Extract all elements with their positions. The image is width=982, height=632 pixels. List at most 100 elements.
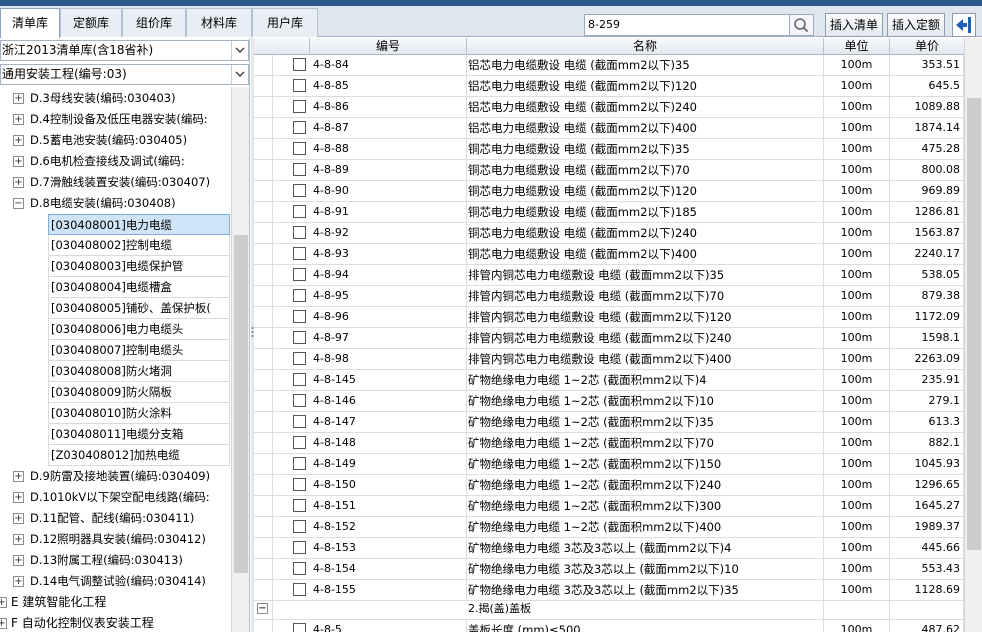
expand-icon[interactable]: + [0,618,7,629]
row-checkbox[interactable] [293,457,306,470]
row-checkbox[interactable] [293,520,306,533]
tree-leaf[interactable]: [030408010]防火涂料 [48,403,230,424]
tree-leaf[interactable]: [Z030408012]加热电缆 [48,445,230,466]
table-row[interactable]: 4-8-145 矿物绝缘电力电缆 1~2芯 (截面积mm2以下)4 100m 235.… [254,370,964,391]
row-checkbox[interactable] [293,541,306,554]
specialty-select[interactable]: 通用安装工程(编号:03) [0,64,249,85]
expand-icon[interactable]: + [13,534,24,545]
tab-quota-library[interactable]: 定额库 [60,8,122,37]
row-checkbox[interactable] [293,184,306,197]
row-checkbox[interactable] [293,100,306,113]
collapse-icon[interactable]: − [13,198,24,209]
tree-leaf[interactable]: [030408007]控制电缆头 [48,340,230,361]
row-checkbox[interactable] [293,205,306,218]
expand-icon[interactable]: + [13,93,24,104]
tree-leaf[interactable]: [030408003]电缆保护管 [48,256,230,277]
tree-leaf[interactable]: [030408011]电缆分支箱 [48,424,230,445]
table-row[interactable]: 4-8-85 铝芯电力电缆敷设 电缆 (截面mm2以下)120 100m 645.5 [254,76,964,97]
tab-pricing-library[interactable]: 组价库 [122,8,186,37]
row-checkbox[interactable] [293,478,306,491]
expand-icon[interactable]: + [13,177,24,188]
insert-quota-button[interactable]: 插入定额 [887,13,945,37]
collapse-panel-button[interactable] [952,13,976,37]
collapse-icon[interactable]: − [257,603,268,614]
row-checkbox[interactable] [293,163,306,176]
expand-icon[interactable]: + [0,597,7,608]
row-checkbox[interactable] [293,121,306,134]
tree-leaf-selected[interactable]: [030408001]电力电缆 [48,214,230,235]
table-row[interactable]: 4-8-92 铜芯电力电缆敷设 电缆 (截面mm2以下)240 100m 1563.8… [254,223,964,244]
expand-icon[interactable]: + [13,576,24,587]
row-checkbox[interactable] [293,623,306,632]
search-button[interactable] [789,14,814,36]
expand-icon[interactable]: + [13,513,24,524]
row-checkbox[interactable] [293,415,306,428]
row-checkbox[interactable] [293,268,306,281]
table-row[interactable]: 4-8-93 铜芯电力电缆敷设 电缆 (截面mm2以下)400 100m 2240.1… [254,244,964,265]
tree-leaf[interactable]: [030408004]电缆槽盒 [48,277,230,298]
row-checkbox[interactable] [293,226,306,239]
row-checkbox[interactable] [293,562,306,575]
header-unit[interactable]: 单位 [824,38,890,55]
table-row[interactable]: 4-8-155 矿物绝缘电力电缆 3芯及3芯以上 (截面mm2以下)35 100m 1… [254,580,964,601]
tree-leaf[interactable]: [030408008]防火堵洞 [48,361,230,382]
table-row[interactable]: 4-8-95 排管内铜芯电力电缆敷设 电缆 (截面mm2以下)70 100m 879.… [254,286,964,307]
expand-icon[interactable]: + [13,555,24,566]
row-checkbox[interactable] [293,583,306,596]
tree-scrollbar[interactable] [231,87,249,632]
table-row[interactable]: 4-8-153 矿物绝缘电力电缆 3芯及3芯以上 (截面mm2以下)4 100m 44… [254,538,964,559]
expand-icon[interactable]: + [13,471,24,482]
table-row[interactable]: 4-8-87 铝芯电力电缆敷设 电缆 (截面mm2以下)400 100m 1874.1… [254,118,964,139]
table-row[interactable]: 4-8-150 矿物绝缘电力电缆 1~2芯 (截面积mm2以下)240 100m 12… [254,475,964,496]
group-row[interactable]: − 2.揭(盖)盖板 [254,599,964,620]
insert-list-button[interactable]: 插入清单 [825,13,883,37]
tree-leaf[interactable]: [030408006]电力电缆头 [48,319,230,340]
table-row[interactable]: 4-8-91 铜芯电力电缆敷设 电缆 (截面mm2以下)185 100m 1286.8… [254,202,964,223]
row-checkbox[interactable] [293,142,306,155]
row-checkbox[interactable] [293,373,306,386]
table-row[interactable]: 4-8-152 矿物绝缘电力电缆 1~2芯 (截面积mm2以下)400 100m 19… [254,517,964,538]
expand-icon[interactable]: + [13,156,24,167]
table-row[interactable]: 4-8-88 铜芯电力电缆敷设 电缆 (截面mm2以下)35 100m 475.28 [254,139,964,160]
grid-scrollbar[interactable] [964,38,982,632]
tab-material-library[interactable]: 材料库 [186,8,252,37]
table-row[interactable]: 4-8-84 铝芯电力电缆敷设 电缆 (截面mm2以下)35 100m 353.51 [254,55,964,76]
tree-leaf[interactable]: [030408005]铺砂、盖保护板( [48,298,230,319]
row-checkbox[interactable] [293,289,306,302]
tab-user-library[interactable]: 用户库 [252,8,318,37]
library-select[interactable]: 浙江2013清单库(含18省补) [0,40,249,61]
table-row[interactable]: 4-8-94 排管内铜芯电力电缆敷设 电缆 (截面mm2以下)35 100m 538.… [254,265,964,286]
table-row[interactable]: 4-8-146 矿物绝缘电力电缆 1~2芯 (截面积mm2以下)10 100m 279… [254,391,964,412]
header-code[interactable]: 编号 [310,38,467,55]
table-row[interactable]: 4-8-90 铜芯电力电缆敷设 电缆 (截面mm2以下)120 100m 969.89 [254,181,964,202]
row-checkbox[interactable] [293,499,306,512]
row-checkbox[interactable] [293,352,306,365]
row-checkbox[interactable] [293,79,306,92]
table-row[interactable]: 4-8-147 矿物绝缘电力电缆 1~2芯 (截面积mm2以下)35 100m 613… [254,412,964,433]
table-row[interactable]: 4-8-86 铝芯电力电缆敷设 电缆 (截面mm2以下)240 100m 1089.8… [254,97,964,118]
tab-list-library[interactable]: 清单库 [0,8,60,38]
table-row[interactable]: 4-8-97 排管内铜芯电力电缆敷设 电缆 (截面mm2以下)240 100m 159… [254,328,964,349]
table-row[interactable]: 4-8-149 矿物绝缘电力电缆 1~2芯 (截面积mm2以下)150 100m 10… [254,454,964,475]
table-row[interactable]: 4-8-5 盖板长度 (mm)≤500 100m 487.62 [254,620,964,632]
expand-icon[interactable]: + [13,135,24,146]
row-checkbox[interactable] [293,58,306,71]
scrollbar-thumb[interactable] [967,98,981,550]
expand-icon[interactable]: + [13,492,24,503]
search-input[interactable]: 8-259 [584,14,790,36]
row-checkbox[interactable] [293,310,306,323]
expand-icon[interactable]: + [13,114,24,125]
row-checkbox[interactable] [293,436,306,449]
table-row[interactable]: 4-8-89 铜芯电力电缆敷设 电缆 (截面mm2以下)70 100m 800.08 [254,160,964,181]
table-row[interactable]: 4-8-151 矿物绝缘电力电缆 1~2芯 (截面积mm2以下)300 100m 16… [254,496,964,517]
row-checkbox[interactable] [293,331,306,344]
table-row[interactable]: 4-8-96 排管内铜芯电力电缆敷设 电缆 (截面mm2以下)120 100m 117… [254,307,964,328]
row-checkbox[interactable] [293,394,306,407]
header-price[interactable]: 单价 [890,38,964,55]
row-checkbox[interactable] [293,247,306,260]
tree-leaf[interactable]: [030408009]防火隔板 [48,382,230,403]
table-row[interactable]: 4-8-154 矿物绝缘电力电缆 3芯及3芯以上 (截面mm2以下)10 100m 5… [254,559,964,580]
table-row[interactable]: 4-8-148 矿物绝缘电力电缆 1~2芯 (截面积mm2以下)70 100m 882… [254,433,964,454]
tree-leaf[interactable]: [030408002]控制电缆 [48,235,230,256]
scrollbar-thumb[interactable] [234,235,248,573]
